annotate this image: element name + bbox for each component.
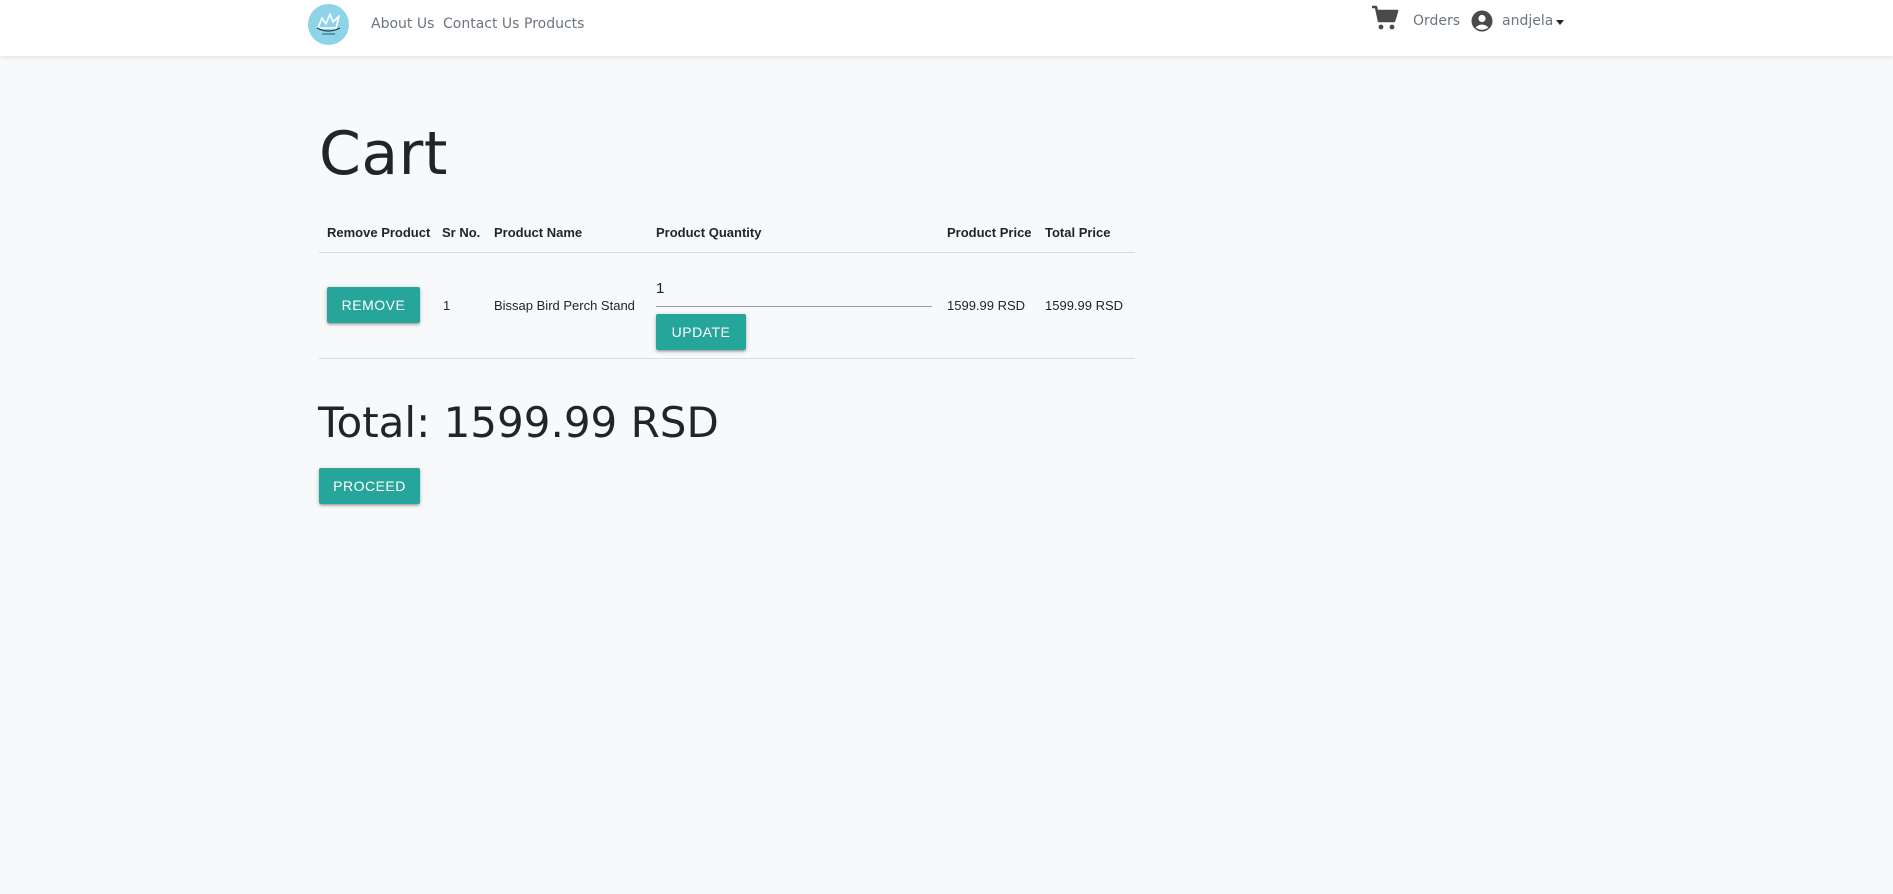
caret-down-icon xyxy=(1556,19,1565,25)
header-remove-product: Remove Product xyxy=(327,225,431,240)
header-total-price: Total Price xyxy=(1045,225,1111,240)
user-circle-icon[interactable] xyxy=(1471,10,1493,32)
header-product-quantity: Product Quantity xyxy=(656,225,762,240)
table-row: REMOVE 1 Bissap Bird Perch Stand UPDATE … xyxy=(319,253,1135,359)
page-title: Cart xyxy=(319,119,448,189)
nav-link-about-us[interactable]: About Us xyxy=(371,16,434,32)
remove-button[interactable]: REMOVE xyxy=(327,287,420,323)
header-product-price: Product Price xyxy=(947,225,1032,240)
nav-link-orders[interactable]: Orders xyxy=(1413,13,1460,29)
nav-link-products[interactable]: Products xyxy=(524,16,584,32)
cart-total: Total: 1599.99 RSD xyxy=(318,398,719,447)
table-header-row: Remove Product Sr No. Product Name Produ… xyxy=(319,218,1135,253)
sr-no-cell: 1 xyxy=(443,298,451,313)
update-button[interactable]: UPDATE xyxy=(656,314,746,350)
header-sr-no: Sr No. xyxy=(442,225,481,240)
shopping-cart-icon[interactable] xyxy=(1371,5,1399,31)
user-dropdown-toggle[interactable]: andjela xyxy=(1502,13,1565,29)
proceed-button[interactable]: PROCEED xyxy=(319,468,420,504)
top-navbar: About Us Contact Us Products Orders andj… xyxy=(0,0,1893,56)
product-name-cell: Bissap Bird Perch Stand xyxy=(494,298,635,313)
quantity-input[interactable] xyxy=(656,271,932,307)
product-price-cell: 1599.99 RSD xyxy=(947,298,1026,313)
cart-table: Remove Product Sr No. Product Name Produ… xyxy=(319,218,1135,359)
header-product-name: Product Name xyxy=(494,225,583,240)
nav-link-contact-us[interactable]: Contact Us xyxy=(443,16,519,32)
username-label: andjela xyxy=(1502,13,1554,29)
total-price-cell: 1599.99 RSD xyxy=(1045,298,1124,313)
bird-logo-icon[interactable] xyxy=(308,4,349,45)
